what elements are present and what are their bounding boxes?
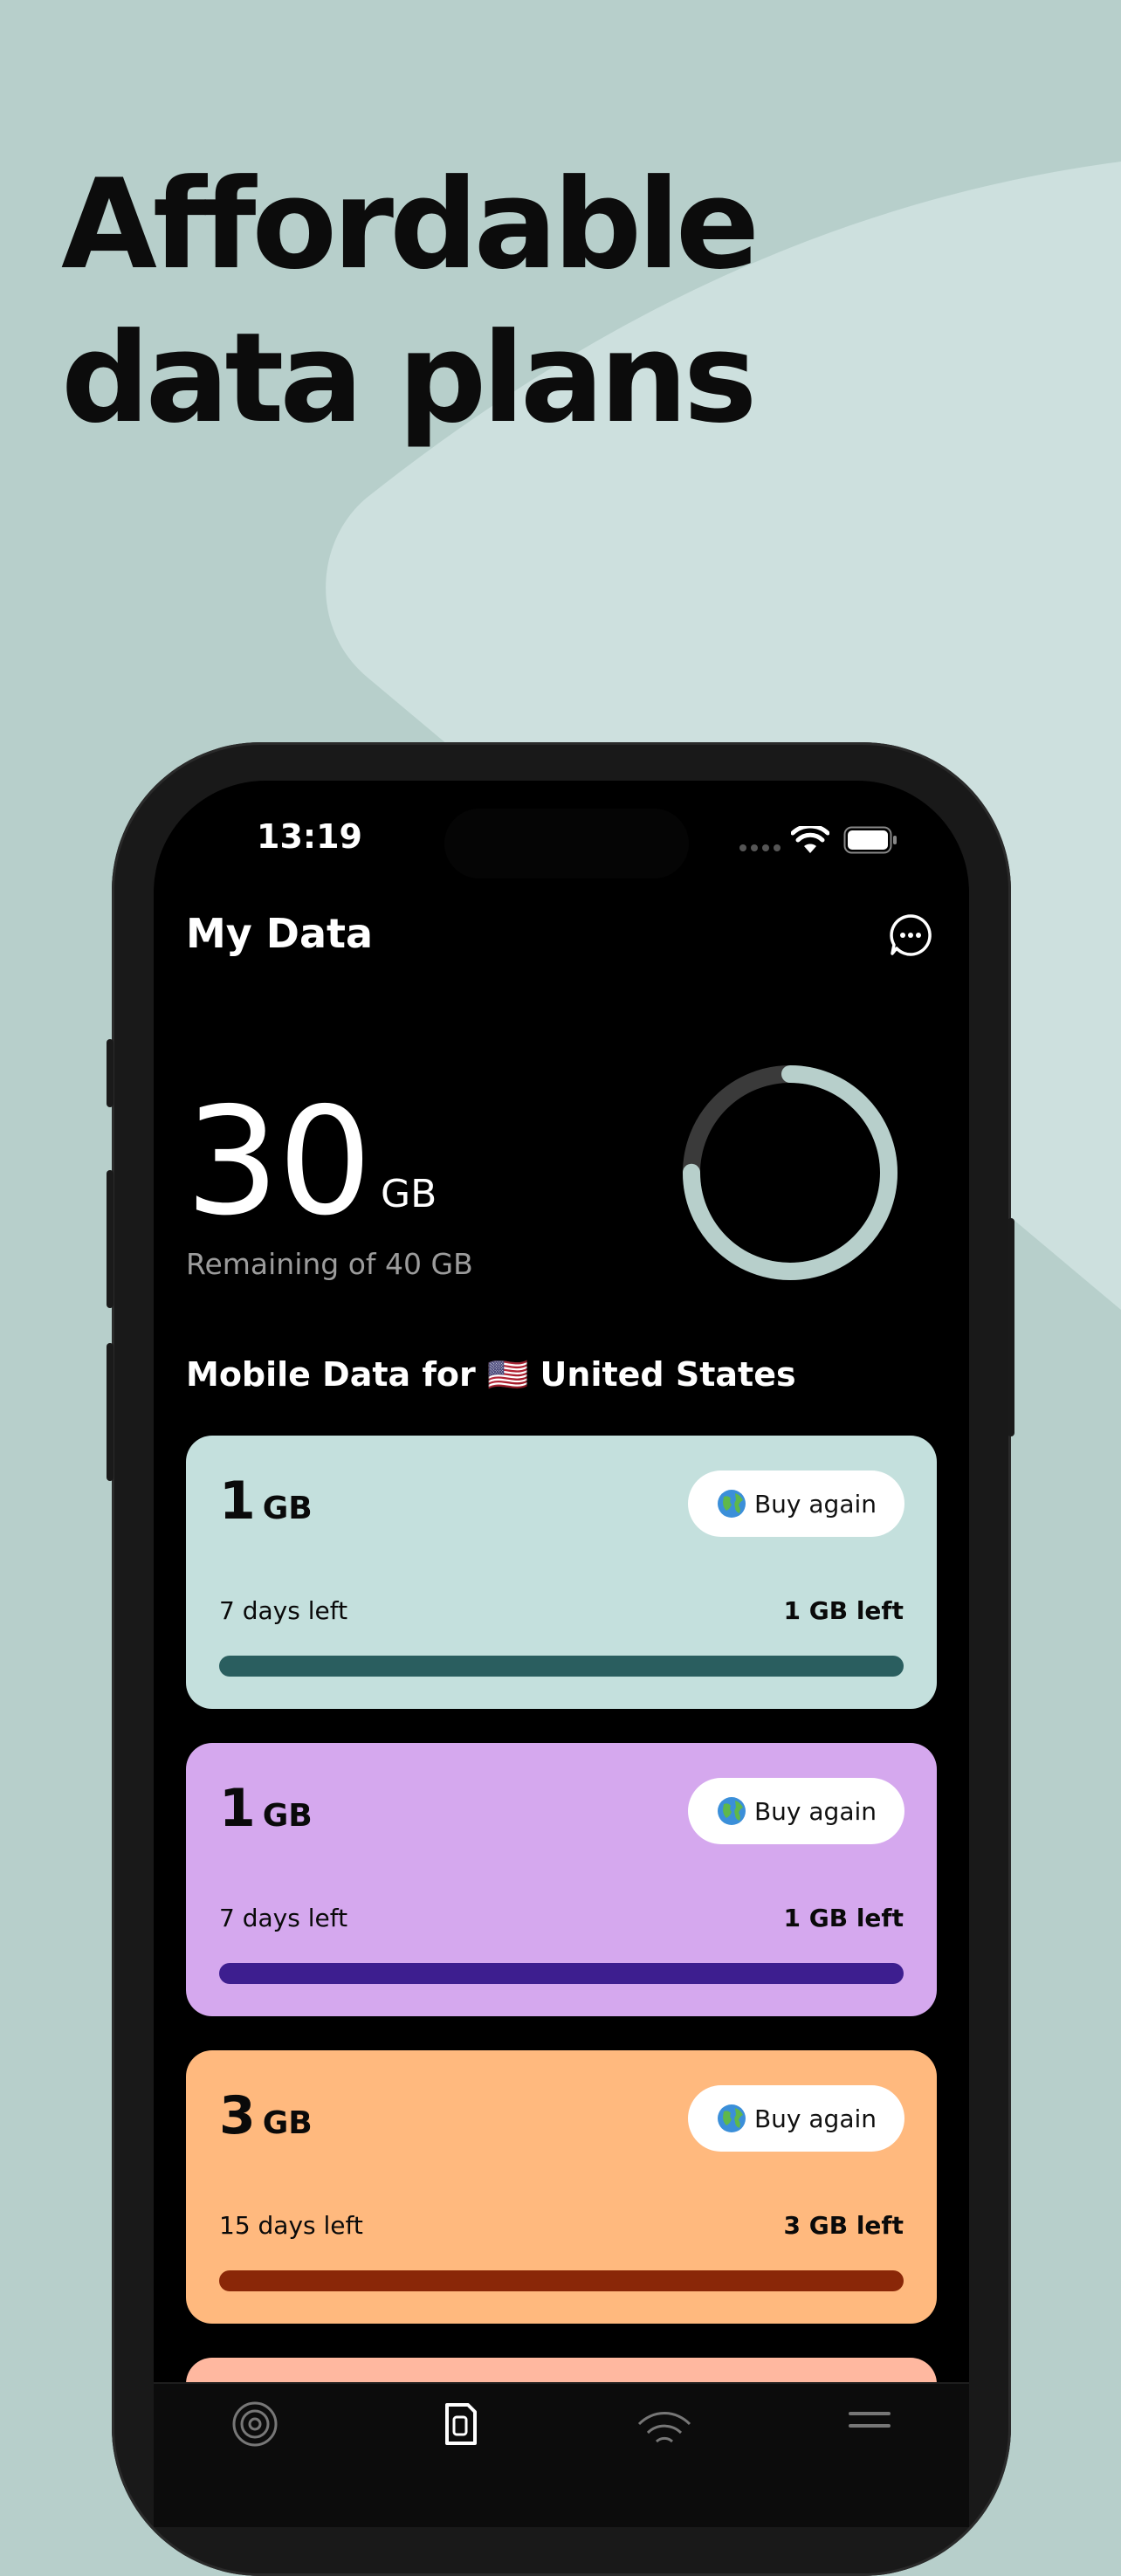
battery-icon [843,826,897,854]
tab-esim-icon[interactable] [230,2400,279,2449]
plan-amount: 3 GB [219,2085,313,2154]
plan-amount-unit: GB [262,2105,313,2141]
buy-again-label: Buy again [753,2104,877,2133]
buy-again-button[interactable]: Buy again [688,1471,904,1537]
plan-data-left: 1 GB left [783,1596,904,1625]
buy-again-button[interactable]: Buy again [688,2085,904,2152]
plan-progress-bar [219,1656,904,1677]
headline-line-1: Affordable [61,153,760,297]
dynamic-island [444,809,689,878]
plan-card[interactable]: 1 GB Buy again 7 days left 1 GB left [186,1436,937,1709]
headline: Affordable data plans [61,148,760,456]
globe-icon [717,2104,746,2132]
chat-icon[interactable] [889,913,932,957]
plan-card[interactable]: 1 GB Buy again 7 days left 1 GB left [186,1743,937,2016]
globe-icon [717,1797,746,1825]
signal-dots-icon [739,844,781,851]
buy-again-label: Buy again [753,1796,877,1826]
plan-amount: 1 GB [219,1778,313,1847]
page-title: My Data [186,910,374,957]
buy-again-label: Buy again [753,1489,877,1519]
plan-progress-bar [219,1963,904,1984]
data-usage-ring [683,1065,897,1280]
plan-data-left: 1 GB left [783,1904,904,1932]
plan-days-left: 7 days left [219,1596,348,1625]
plan-amount-value: 1 [219,1778,256,1839]
phone-screen: 13:19 My Data 30 GB Remaining of 40 GB M… [154,781,969,2527]
plan-days-left: 7 days left [219,1904,348,1932]
plan-days-left: 15 days left [219,2211,363,2240]
tab-data-icon[interactable] [435,2400,484,2449]
plan-amount: 1 GB [219,1471,313,1539]
phone-volume-up-button [107,1170,113,1308]
plan-card[interactable]: 3 GB Buy again 15 days left 3 GB left [186,2050,937,2324]
tab-menu-icon[interactable] [845,2400,894,2449]
globe-icon [717,1490,746,1518]
status-time: 13:19 [257,817,362,856]
remaining-data-unit: GB [381,1172,437,1216]
buy-again-button[interactable]: Buy again [688,1778,904,1844]
plan-data-left: 3 GB left [783,2211,904,2240]
plan-amount-value: 3 [219,2085,256,2146]
phone-power-button [1008,1218,1014,1436]
plan-amount-unit: GB [262,1491,313,1526]
phone-volume-down-button [107,1343,113,1481]
tab-bar [154,2382,969,2527]
wifi-icon [791,826,829,853]
plan-progress-bar [219,2270,904,2291]
plan-amount-unit: GB [262,1798,313,1834]
section-title: Mobile Data for 🇺🇸 United States [186,1355,796,1394]
remaining-data-value: 30 [185,1076,372,1249]
plan-amount-value: 1 [219,1471,256,1532]
tab-wifi-icon[interactable] [634,2400,695,2449]
phone-action-button [107,1039,113,1107]
headline-line-2: data plans [61,307,757,451]
remaining-data-caption: Remaining of 40 GB [186,1247,473,1281]
